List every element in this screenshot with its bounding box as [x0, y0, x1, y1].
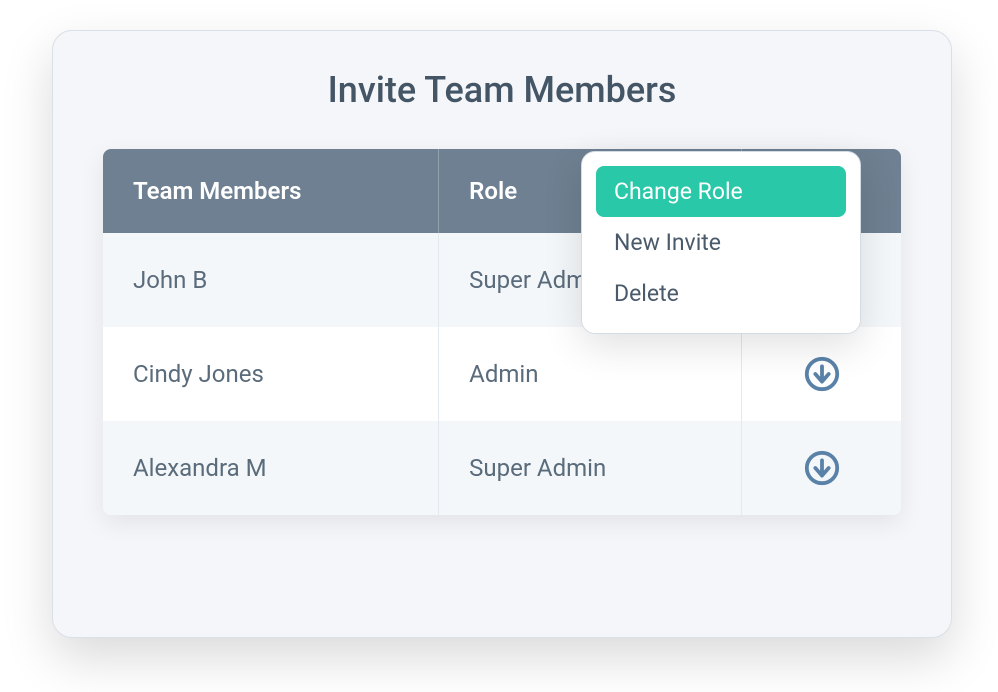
menu-item-change-role[interactable]: Change Role	[596, 166, 846, 217]
cell-role: Admin	[438, 327, 741, 421]
row-action-dropdown-icon[interactable]	[803, 449, 841, 487]
team-members-card: Invite Team Members Team Members Role Jo…	[52, 30, 952, 638]
row-action-dropdown-icon[interactable]	[803, 355, 841, 393]
column-header-name: Team Members	[103, 149, 438, 233]
cell-name: Cindy Jones	[103, 327, 438, 421]
cell-action	[741, 421, 901, 515]
cell-name: John B	[103, 233, 438, 327]
cell-action	[741, 327, 901, 421]
menu-item-new-invite[interactable]: New Invite	[596, 217, 846, 268]
cell-name: Alexandra M	[103, 421, 438, 515]
menu-item-delete[interactable]: Delete	[596, 268, 846, 319]
table-row: Alexandra M Super Admin	[103, 421, 901, 515]
cell-role: Super Admin	[438, 421, 741, 515]
table-row: Cindy Jones Admin	[103, 327, 901, 421]
page-title: Invite Team Members	[53, 69, 951, 111]
row-action-menu: Change Role New Invite Delete	[581, 151, 861, 334]
